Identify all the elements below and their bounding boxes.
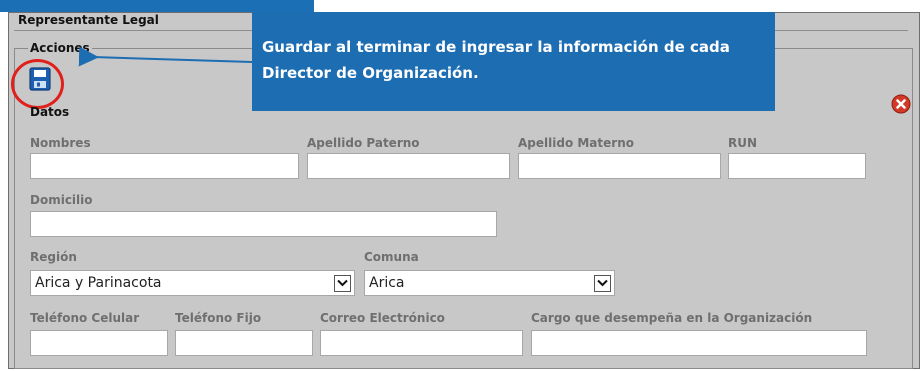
callout-line-2: Director de Organización. [262, 64, 479, 82]
instruction-callout: Guardar al terminar de ingresar la infor… [252, 12, 775, 111]
callout-line-1: Guardar al terminar de ingresar la infor… [262, 38, 730, 56]
